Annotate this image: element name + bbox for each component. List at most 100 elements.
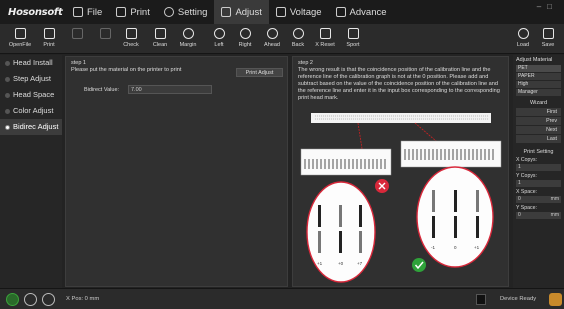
- adjust-sidebar: Head Install Step Adjust Head Space Colo…: [0, 55, 62, 288]
- wizard-prev-button[interactable]: Prev: [516, 117, 561, 125]
- menu-print[interactable]: Print: [109, 0, 157, 24]
- wizard-last-button[interactable]: Last: [516, 135, 561, 143]
- bidirect-value-label: Bidirect Value:: [84, 87, 120, 93]
- y-copys-input[interactable]: 1: [516, 180, 561, 187]
- warning-icon[interactable]: [549, 293, 562, 306]
- step2-title: step 2: [298, 60, 313, 66]
- menu-voltage[interactable]: Voltage: [269, 0, 329, 24]
- y-copys-label: Y Copys:: [516, 173, 537, 179]
- status-bar: X Pos: 0 mm Device Ready: [0, 288, 564, 309]
- check-icon: [125, 28, 137, 39]
- disabled-tool-1: [63, 26, 91, 52]
- margin-label: Margin: [179, 42, 197, 48]
- usb-icon[interactable]: [24, 293, 37, 306]
- wrong-tick-label-3: +7: [357, 261, 363, 266]
- print-adjust-button[interactable]: Print Adjust: [236, 68, 283, 77]
- adjust-material-title: Adjust Material: [516, 57, 553, 63]
- info-icon[interactable]: [42, 293, 55, 306]
- file-icon: [73, 7, 83, 17]
- step1-panel: step 1 Please put the material on the pr…: [65, 56, 288, 287]
- home-icon: [319, 28, 331, 39]
- wizard-first-button[interactable]: First: [516, 108, 561, 116]
- window-controls[interactable]: –□: [537, 2, 558, 11]
- material-option-manager[interactable]: Manager: [516, 89, 561, 96]
- right-tick-label-1: -1: [431, 245, 435, 250]
- x-copys-label: X Copys:: [516, 157, 538, 163]
- margin-button[interactable]: Margin: [174, 26, 202, 52]
- clean-button[interactable]: Clean: [146, 26, 174, 52]
- save-icon: [542, 28, 554, 39]
- sport-button[interactable]: Sport: [339, 26, 367, 52]
- sidebar-item-bidirec-adjust[interactable]: Bidirec Adjust: [0, 119, 62, 135]
- app-logo: Hosonsoft: [8, 6, 63, 18]
- right-button[interactable]: Right: [231, 26, 259, 52]
- radio-icon: [5, 92, 10, 98]
- arrow-up-icon: [292, 28, 304, 39]
- x-reset-button[interactable]: X Reset: [311, 26, 339, 52]
- calibration-bar-top: [311, 113, 491, 123]
- y-copys-value: 1: [518, 180, 521, 186]
- menu-setting-label: Setting: [177, 6, 208, 18]
- print-button[interactable]: Print: [35, 26, 63, 52]
- load-label: Load: [516, 42, 530, 48]
- bidirect-value-input[interactable]: 7.00: [128, 85, 212, 94]
- save-label: Save: [541, 42, 555, 48]
- x-space-input[interactable]: 0 mm: [516, 196, 561, 203]
- arrow-left-icon: [213, 28, 225, 39]
- x-reset-label: X Reset: [315, 42, 335, 48]
- material-option-high[interactable]: High: [516, 81, 561, 88]
- y-space-label: Y Space:: [516, 205, 537, 211]
- menu-file-label: File: [87, 6, 103, 18]
- sidebar-item-label: Color Adjust: [13, 106, 54, 115]
- ink-gauge-icon: [476, 294, 486, 305]
- brush-icon: [154, 28, 166, 39]
- menu-adjust[interactable]: Adjust: [214, 0, 269, 24]
- right-settings-panel: Adjust Material PET PAPER High Manager W…: [513, 55, 564, 288]
- menu-setting[interactable]: Setting: [157, 0, 215, 24]
- connection-icon[interactable]: [6, 293, 19, 306]
- y-space-input[interactable]: 0 mm: [516, 212, 561, 219]
- sidebar-item-color-adjust[interactable]: Color Adjust: [0, 103, 62, 119]
- right-check-icon: [412, 258, 426, 272]
- sidebar-item-head-space[interactable]: Head Space: [0, 87, 62, 103]
- menu-adjust-label: Adjust: [235, 6, 262, 18]
- voltage-icon: [275, 7, 286, 17]
- load-button[interactable]: Load: [509, 26, 537, 52]
- back-button[interactable]: Back: [284, 26, 312, 52]
- x-space-value: 0: [518, 196, 521, 202]
- zoom-box-wrong: [300, 148, 392, 176]
- save-button[interactable]: Save: [534, 26, 562, 52]
- x-space-unit: mm: [550, 196, 559, 202]
- ahead-button[interactable]: Ahead: [258, 26, 286, 52]
- x-copys-input[interactable]: 1: [516, 164, 561, 171]
- step2-panel: step 2 The wrong result is that the coin…: [292, 56, 509, 287]
- cancel-icon: [99, 28, 111, 39]
- open-file-button[interactable]: OpenFile: [6, 26, 34, 52]
- back-label: Back: [291, 42, 305, 48]
- menu-advance[interactable]: Advance: [329, 0, 394, 24]
- radio-selected-icon: [5, 124, 10, 130]
- radio-icon: [5, 60, 10, 66]
- sidebar-item-step-adjust[interactable]: Step Adjust: [0, 71, 62, 87]
- toolbar: OpenFile Print Check Clean Margin Left R…: [0, 24, 564, 54]
- menu-file[interactable]: File: [66, 0, 109, 24]
- sidebar-item-head-install[interactable]: Head Install: [0, 55, 62, 71]
- left-button[interactable]: Left: [205, 26, 233, 52]
- material-option-paper[interactable]: PAPER: [516, 73, 561, 80]
- wizard-next-button[interactable]: Next: [516, 126, 561, 134]
- menu-print-label: Print: [130, 6, 150, 18]
- radio-icon: [5, 108, 10, 114]
- wrong-tick-label-1: +1: [317, 261, 323, 266]
- refresh-icon: [517, 28, 529, 39]
- wrong-tick-label-2: +0: [338, 261, 344, 266]
- y-space-value: 0: [518, 212, 521, 218]
- print-setting-title: Print Setting: [523, 149, 554, 155]
- material-option-pet[interactable]: PET: [516, 65, 561, 72]
- radio-icon: [5, 76, 10, 82]
- left-label: Left: [214, 42, 224, 48]
- check-button[interactable]: Check: [117, 26, 145, 52]
- clean-label: Clean: [152, 42, 168, 48]
- margin-icon: [182, 28, 194, 39]
- disabled-tool-2: [91, 26, 119, 52]
- printer-icon: [43, 28, 55, 39]
